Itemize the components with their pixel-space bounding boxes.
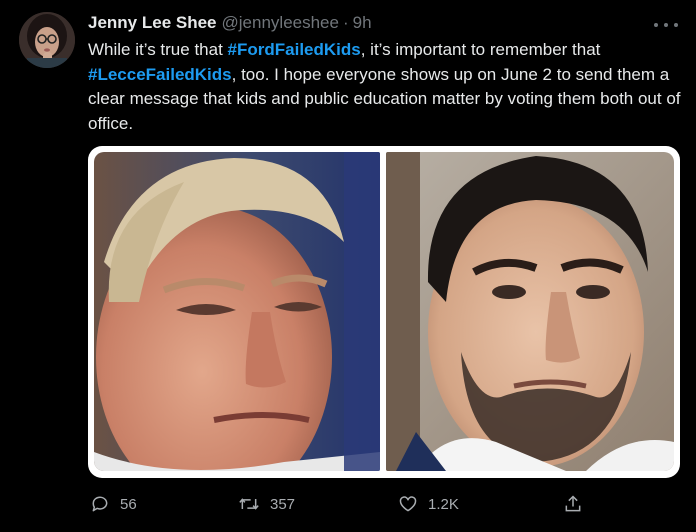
like-count: 1.2K bbox=[428, 495, 459, 513]
timestamp[interactable]: 9h bbox=[353, 13, 372, 33]
share-button[interactable] bbox=[563, 490, 583, 518]
tweet[interactable]: Jenny Lee Shee @jennyleeshee · 9h While … bbox=[0, 0, 696, 532]
separator-dot: · bbox=[342, 13, 349, 32]
user-handle[interactable]: @jennyleeshee bbox=[222, 13, 339, 33]
tweet-text-part: , it’s important to remember that bbox=[360, 40, 601, 59]
like-button[interactable]: 1.2K bbox=[398, 490, 459, 518]
share-icon bbox=[565, 495, 581, 512]
heart-icon bbox=[399, 496, 417, 512]
hashtag-lecce-failed-kids[interactable]: #LecceFailedKids bbox=[88, 65, 232, 84]
avatar[interactable] bbox=[19, 12, 75, 68]
display-name[interactable]: Jenny Lee Shee bbox=[88, 13, 217, 33]
tweet-actions: 56 357 1.2K bbox=[88, 490, 588, 518]
retweet-count: 357 bbox=[270, 495, 296, 513]
reply-button[interactable]: 56 bbox=[90, 490, 137, 518]
photo-older-man[interactable] bbox=[94, 152, 380, 471]
reply-icon bbox=[92, 496, 108, 512]
hashtag-ford-failed-kids[interactable]: #FordFailedKids bbox=[228, 40, 361, 59]
tweet-text-part: While it’s true that bbox=[88, 40, 228, 59]
reply-count: 56 bbox=[120, 495, 137, 513]
avatar-image bbox=[19, 12, 75, 68]
retweet-icon bbox=[239, 498, 259, 510]
tweet-text: While it’s true that #FordFailedKids, it… bbox=[88, 38, 684, 136]
tweet-header: Jenny Lee Shee @jennyleeshee · 9h bbox=[88, 13, 372, 35]
photo-younger-man[interactable] bbox=[386, 152, 674, 471]
retweet-button[interactable]: 357 bbox=[238, 490, 295, 518]
more-options-icon[interactable] bbox=[654, 20, 678, 30]
media-grid bbox=[88, 146, 680, 478]
